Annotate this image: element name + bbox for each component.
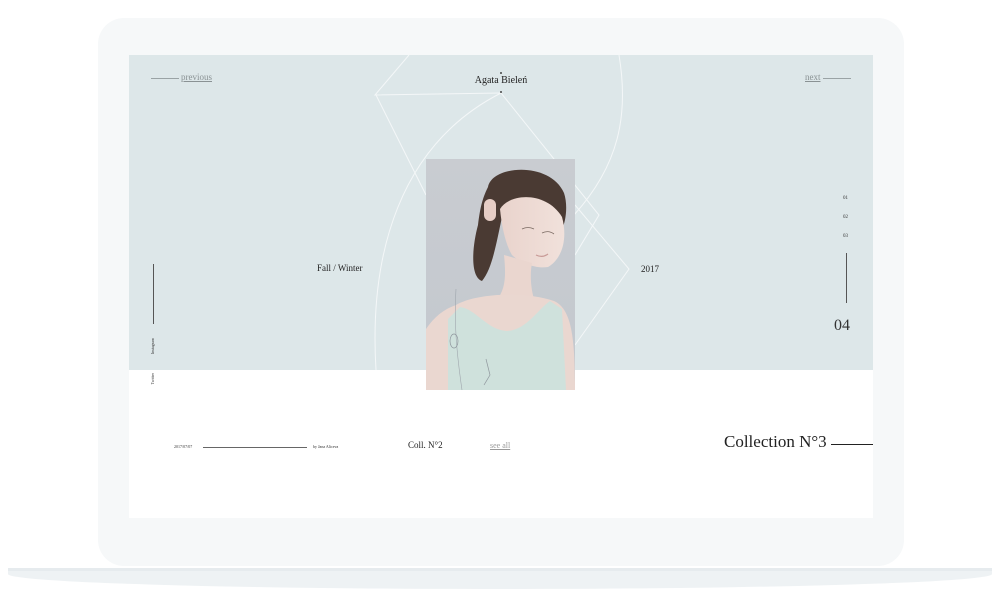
post-date: 2017/07/07	[174, 444, 193, 449]
social-twitter-link[interactable]: Twitter	[150, 373, 155, 385]
brand-dot-bottom	[500, 91, 502, 93]
next-link[interactable]: next	[805, 72, 821, 82]
pager-item-02[interactable]: 02	[843, 215, 848, 220]
collection-small-title[interactable]: Coll. N°2	[408, 440, 443, 450]
see-all-link[interactable]: see all	[490, 441, 510, 450]
brand-dot-top	[500, 72, 502, 74]
collection-underline	[831, 444, 873, 445]
collection-big-title[interactable]: Collection N°3	[724, 432, 827, 452]
laptop-base	[8, 571, 992, 589]
pager-item-03[interactable]: 03	[843, 234, 848, 239]
next-line	[823, 78, 851, 79]
meta-divider-line	[203, 447, 307, 448]
season-label: Fall / Winter	[317, 263, 363, 273]
hero-photo	[426, 159, 575, 390]
social-instagram-link[interactable]: Instagram	[150, 338, 155, 354]
previous-line	[151, 78, 179, 79]
post-author: by Jana Aliceva	[313, 444, 339, 449]
pager-item-01[interactable]: 01	[843, 196, 848, 201]
brand-name[interactable]: Agata Bieleń	[471, 75, 531, 86]
pager-current: 04	[834, 317, 850, 334]
left-vertical-line	[153, 264, 154, 324]
model-photo-illustration	[426, 159, 575, 390]
year-label: 2017	[641, 264, 659, 274]
pager-progress-line	[846, 253, 847, 303]
screen: previous Agata Bieleń next Fall / Winter…	[129, 55, 873, 518]
previous-link[interactable]: previous	[181, 72, 212, 82]
